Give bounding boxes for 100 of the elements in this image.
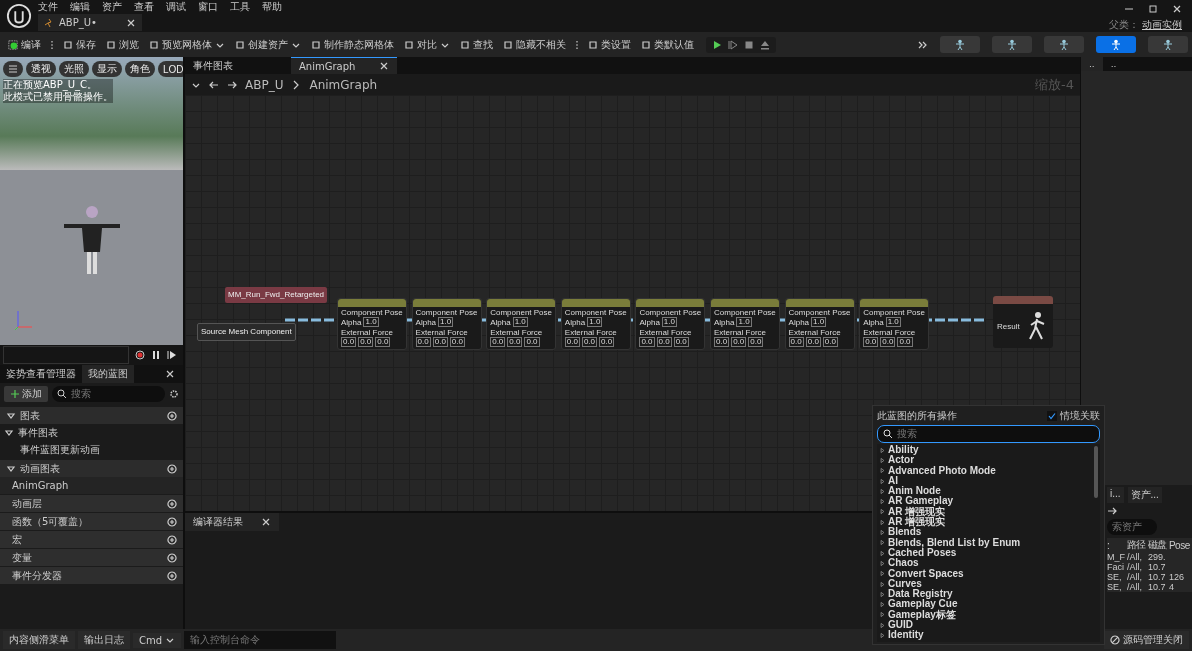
search-field[interactable]: 搜索 — [877, 425, 1100, 443]
node-value-field[interactable]: 0.0 — [507, 337, 523, 347]
toolbar-button[interactable]: 类默认值 — [637, 35, 698, 54]
output-log-button[interactable]: 输出日志 — [78, 631, 130, 649]
node-value-field[interactable]: 0.0 — [656, 337, 672, 347]
category-item[interactable]: Data Registry — [877, 589, 1100, 600]
blueprint-section[interactable]: 事件蓝图更新动画 — [0, 441, 183, 458]
console-input-field[interactable]: 输入控制台命令 — [184, 631, 337, 649]
category-item[interactable]: Ability — [877, 445, 1100, 456]
engine-logo-icon[interactable] — [6, 3, 32, 29]
node-value-field[interactable]: 0.0 — [880, 337, 896, 347]
category-item[interactable]: Blends — [877, 527, 1100, 538]
blueprint-section[interactable]: 事件分发器 — [0, 567, 183, 584]
viewport-button[interactable]: 显示 — [92, 61, 122, 77]
add-button[interactable]: 添加 — [4, 386, 48, 402]
graph-node[interactable]: MM_Run_Fwd_Retargeted — [225, 287, 328, 303]
panel-tab[interactable]: 姿势查看管理器 — [0, 365, 82, 383]
search-field[interactable]: 搜索 — [52, 386, 165, 402]
editor-tab[interactable]: AnimGraph — [291, 57, 397, 74]
node-value-field[interactable]: 0.0 — [788, 337, 804, 347]
category-item[interactable]: Actor — [877, 455, 1100, 466]
record-icon[interactable] — [135, 350, 145, 360]
node-value-field[interactable]: 0.0 — [490, 337, 506, 347]
panel-tab[interactable]: 我的蓝图 — [82, 365, 134, 383]
content-drawer-button[interactable]: 内容侧滑菜单 — [3, 631, 75, 649]
expand-icon[interactable] — [918, 39, 928, 50]
step-forward-icon[interactable] — [167, 350, 177, 360]
node-value-field[interactable]: 1.0 — [736, 317, 752, 327]
node-value-field[interactable]: 0.0 — [731, 337, 747, 347]
node-value-field[interactable]: 0.0 — [564, 337, 580, 347]
source-control-button[interactable]: 源码管理关闭 — [1104, 631, 1189, 649]
editor-tab[interactable]: 事件图表 — [185, 57, 291, 74]
toolbar-button[interactable]: 查找 — [456, 35, 497, 54]
node-value-field[interactable]: 0.0 — [341, 337, 357, 347]
category-item[interactable]: Blends, Blend List by Enum — [877, 537, 1100, 548]
node-value-field[interactable]: 0.0 — [415, 337, 431, 347]
close-icon[interactable] — [379, 61, 389, 71]
blueprint-section[interactable]: 图表 — [0, 407, 183, 424]
graph-node[interactable]: Component Pose Alpha 1.0 External Force 0.0 0.0 0.0 — [560, 298, 631, 350]
node-value-field[interactable]: 0.0 — [524, 337, 540, 347]
parent-class-link[interactable]: 动画实例 — [1142, 18, 1182, 32]
breadcrumb-item[interactable]: ABP_U — [245, 77, 284, 92]
toolbar-button[interactable]: 保存 — [59, 35, 100, 54]
node-value-field[interactable]: 0.0 — [822, 337, 838, 347]
forward-arrow-icon[interactable] — [227, 79, 237, 90]
column-header[interactable]: : — [1107, 538, 1127, 552]
compiler-results-tab[interactable]: 编译器结果 — [185, 513, 279, 531]
graph-node[interactable]: Component Pose Alpha 1.0 External Force 0.0 0.0 0.0 — [411, 298, 482, 350]
viewport-button[interactable]: LOD — [158, 61, 183, 77]
graph-node[interactable]: Component Pose Alpha 1.0 External Force 0.0 0.0 0.0 — [635, 298, 706, 350]
toolbar-button[interactable]: 隐藏不相关 — [499, 35, 570, 54]
category-item[interactable]: Gameplay Cue — [877, 599, 1100, 610]
node-value-field[interactable]: 0.0 — [358, 337, 374, 347]
graph-node[interactable]: Component Pose Alpha 1.0 External Force 0.0 0.0 0.0 — [486, 298, 557, 350]
category-item[interactable]: Anim Node — [877, 486, 1100, 497]
category-item[interactable]: Gameplay标签 — [877, 609, 1100, 621]
toolbar-button[interactable]: 浏览 — [102, 35, 143, 54]
restore-icon[interactable] — [1148, 4, 1158, 14]
mode-button[interactable] — [992, 36, 1032, 53]
node-value-field[interactable]: 1.0 — [512, 317, 528, 327]
mode-button[interactable] — [1148, 36, 1188, 53]
node-value-field[interactable]: 0.0 — [581, 337, 598, 347]
menu-item[interactable]: 资产 — [102, 0, 122, 14]
category-item[interactable]: Identity — [877, 630, 1100, 641]
category-item[interactable]: AR 增强现实 — [877, 506, 1100, 518]
node-value-field[interactable]: 0.0 — [748, 337, 764, 347]
stop-icon[interactable] — [744, 39, 754, 50]
blueprint-section[interactable]: 动画图表 — [0, 460, 183, 477]
menu-item[interactable]: 工具 — [230, 0, 250, 14]
close-icon[interactable] — [165, 369, 175, 379]
eject-icon[interactable] — [760, 39, 770, 50]
category-item[interactable]: AR 增强现实 — [877, 517, 1100, 528]
asset-tab[interactable]: i... — [1107, 487, 1124, 503]
toolbar-button[interactable]: 对比 — [400, 35, 454, 54]
viewport-menu-button[interactable] — [3, 61, 23, 77]
menu-item[interactable]: 窗口 — [198, 0, 218, 14]
node-value-field[interactable]: 1.0 — [438, 317, 454, 327]
back-arrow-icon[interactable] — [209, 79, 219, 90]
checkbox-label[interactable]: 情境关联 — [1060, 409, 1100, 423]
document-tab[interactable]: ABP_U• — [38, 14, 142, 31]
mode-button[interactable] — [1096, 36, 1136, 53]
node-value-field[interactable]: 0.0 — [375, 337, 391, 347]
blueprint-section[interactable]: 动画层 — [0, 495, 183, 512]
step-icon[interactable] — [728, 39, 738, 50]
column-header[interactable]: Pose — [1168, 538, 1192, 552]
menu-item[interactable]: 文件 — [38, 0, 58, 14]
cmd-dropdown[interactable]: Cmd — [133, 632, 182, 648]
menu-item[interactable]: 编辑 — [70, 0, 90, 14]
breadcrumb-item[interactable]: AnimGraph — [309, 77, 378, 92]
toolbar-button[interactable]: 制作静态网格体 — [307, 35, 398, 54]
play-icon[interactable] — [712, 39, 722, 50]
graph-node[interactable]: Result — [993, 296, 1053, 348]
node-value-field[interactable]: 0.0 — [432, 337, 448, 347]
node-value-field[interactable]: 0.0 — [805, 337, 821, 347]
asset-search-field[interactable]: 索资产 — [1107, 519, 1157, 535]
node-value-field[interactable]: 1.0 — [363, 317, 379, 327]
category-item[interactable]: Curves — [877, 578, 1100, 590]
toolbar-button[interactable]: 编译 — [4, 35, 45, 54]
category-item[interactable]: Chaos — [877, 558, 1100, 569]
category-item[interactable]: AI — [877, 475, 1100, 487]
